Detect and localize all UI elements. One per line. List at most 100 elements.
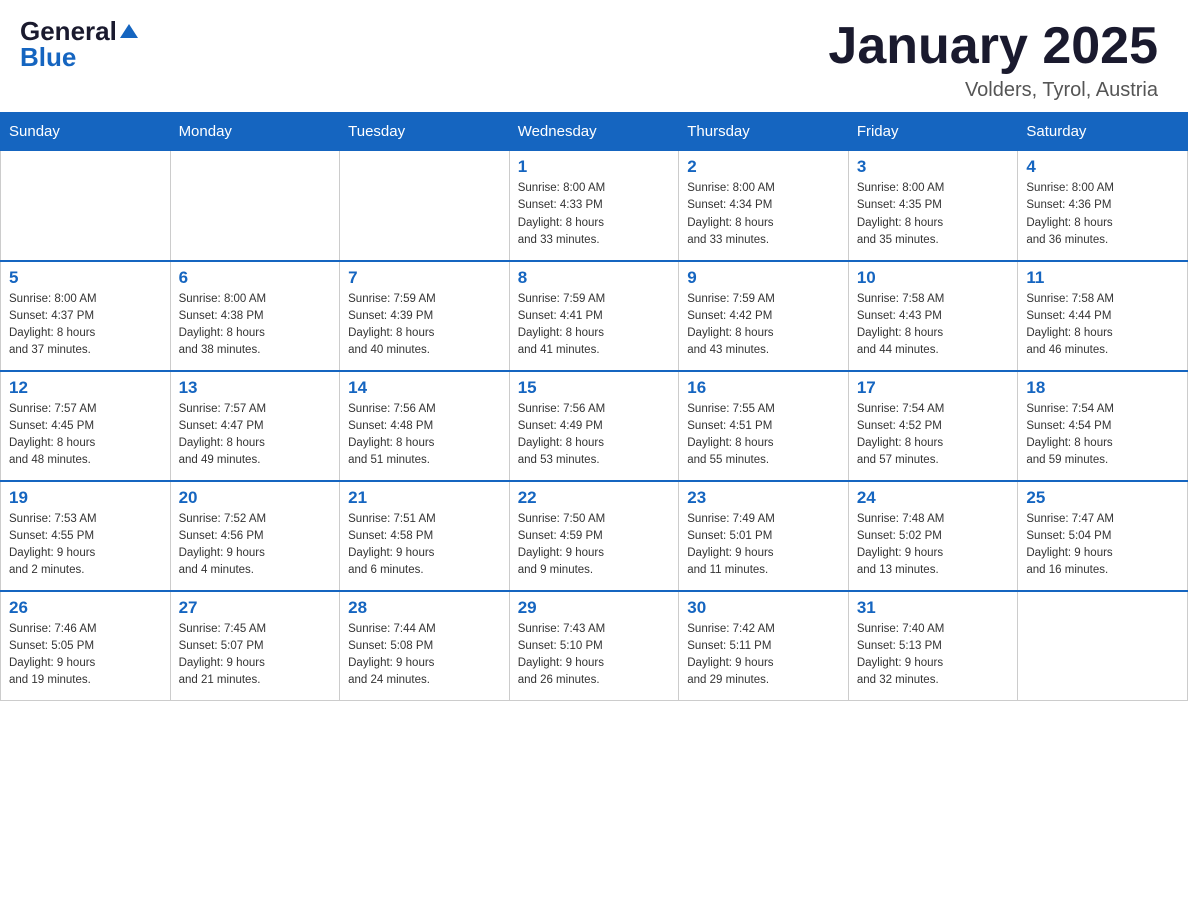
calendar-cell: 24Sunrise: 7:48 AMSunset: 5:02 PMDayligh… [848, 481, 1018, 591]
day-info: Sunrise: 7:51 AMSunset: 4:58 PMDaylight:… [348, 511, 501, 580]
calendar-cell: 15Sunrise: 7:56 AMSunset: 4:49 PMDayligh… [509, 371, 679, 481]
day-info: Sunrise: 7:58 AMSunset: 4:44 PMDaylight:… [1026, 291, 1179, 360]
calendar-cell [1, 151, 171, 261]
day-number: 27 [179, 598, 332, 618]
day-number: 16 [687, 378, 840, 398]
day-number: 25 [1026, 488, 1179, 508]
calendar-cell: 12 Sunrise: 7:57 AMSunset: 4:45 PMDayligh… [1, 371, 171, 481]
day-info: Sunrise: 7:52 AMSunset: 4:56 PMDaylight:… [179, 511, 332, 580]
calendar-week-row: 12 Sunrise: 7:57 AMSunset: 4:45 PMDayligh… [1, 371, 1188, 481]
calendar-cell: 20 Sunrise: 7:52 AMSunset: 4:56 PMDayligh… [170, 481, 340, 591]
calendar-cell: 17 Sunrise: 7:54 AMSunset: 4:52 PMDayligh… [848, 371, 1018, 481]
location: Volders, Tyrol, Austria [828, 79, 1158, 102]
calendar-cell: 23 Sunrise: 7:49 AMSunset: 5:01 PMDayligh… [679, 481, 849, 591]
calendar-cell: 22Sunrise: 7:50 AMSunset: 4:59 PMDayligh… [509, 481, 679, 591]
calendar-cell: 8 Sunrise: 7:59 AMSunset: 4:41 PMDaylight… [509, 261, 679, 371]
day-of-week-header: Wednesday [509, 113, 679, 151]
calendar-cell: 19 Sunrise: 7:53 AMSunset: 4:55 PMDayligh… [1, 481, 171, 591]
calendar-cell [1018, 591, 1188, 701]
calendar-cell [170, 151, 340, 261]
calendar-cell: 18Sunrise: 7:54 AMSunset: 4:54 PMDayligh… [1018, 371, 1188, 481]
day-info: Sunrise: 7:47 AMSunset: 5:04 PMDaylight:… [1026, 511, 1179, 580]
day-of-week-header: Sunday [1, 113, 171, 151]
day-number: 5 [9, 268, 162, 288]
calendar-week-row: 26 Sunrise: 7:46 AMSunset: 5:05 PMDayligh… [1, 591, 1188, 701]
calendar-cell: 7 Sunrise: 7:59 AMSunset: 4:39 PMDaylight… [340, 261, 510, 371]
day-number: 21 [348, 488, 501, 508]
calendar-cell: 13Sunrise: 7:57 AMSunset: 4:47 PMDayligh… [170, 371, 340, 481]
day-number: 17 [857, 378, 1010, 398]
calendar-cell: 27 Sunrise: 7:45 AMSunset: 5:07 PMDayligh… [170, 591, 340, 701]
calendar: SundayMondayTuesdayWednesdayThursdayFrid… [0, 112, 1188, 701]
day-of-week-header: Tuesday [340, 113, 510, 151]
day-number: 9 [687, 268, 840, 288]
day-info: Sunrise: 7:48 AMSunset: 5:02 PMDaylight:… [857, 511, 1010, 580]
day-info: Sunrise: 7:43 AMSunset: 5:10 PMDaylight:… [518, 621, 671, 690]
calendar-cell: 26 Sunrise: 7:46 AMSunset: 5:05 PMDayligh… [1, 591, 171, 701]
calendar-header-row: SundayMondayTuesdayWednesdayThursdayFrid… [1, 113, 1188, 151]
calendar-cell: 16 Sunrise: 7:55 AMSunset: 4:51 PMDayligh… [679, 371, 849, 481]
calendar-cell: 14 Sunrise: 7:56 AMSunset: 4:48 PMDayligh… [340, 371, 510, 481]
day-info: Sunrise: 8:00 AMSunset: 4:37 PMDaylight:… [9, 291, 162, 360]
calendar-cell: 29 Sunrise: 7:43 AMSunset: 5:10 PMDayligh… [509, 591, 679, 701]
day-number: 19 [9, 488, 162, 508]
day-info: Sunrise: 7:59 AMSunset: 4:41 PMDaylight:… [518, 291, 671, 360]
calendar-cell: 3 Sunrise: 8:00 AMSunset: 4:35 PMDaylight… [848, 151, 1018, 261]
header: General Blue January 2025 Volders, Tyrol… [0, 0, 1188, 112]
calendar-cell: 2Sunrise: 8:00 AMSunset: 4:34 PMDaylight… [679, 151, 849, 261]
day-info: Sunrise: 7:53 AMSunset: 4:55 PMDaylight:… [9, 511, 162, 580]
day-of-week-header: Friday [848, 113, 1018, 151]
day-of-week-header: Monday [170, 113, 340, 151]
day-info: Sunrise: 8:00 AMSunset: 4:35 PMDaylight:… [857, 180, 1010, 249]
calendar-cell: 11 Sunrise: 7:58 AMSunset: 4:44 PMDayligh… [1018, 261, 1188, 371]
day-number: 23 [687, 488, 840, 508]
day-info: Sunrise: 7:44 AMSunset: 5:08 PMDaylight:… [348, 621, 501, 690]
day-number: 28 [348, 598, 501, 618]
day-number: 15 [518, 378, 671, 398]
calendar-cell: 10Sunrise: 7:58 AMSunset: 4:43 PMDayligh… [848, 261, 1018, 371]
day-info: Sunrise: 8:00 AMSunset: 4:34 PMDaylight:… [687, 180, 840, 249]
day-info: Sunrise: 7:59 AMSunset: 4:39 PMDaylight:… [348, 291, 501, 360]
day-number: 6 [179, 268, 332, 288]
calendar-cell: 21 Sunrise: 7:51 AMSunset: 4:58 PMDayligh… [340, 481, 510, 591]
day-info: Sunrise: 7:40 AMSunset: 5:13 PMDaylight:… [857, 621, 1010, 690]
day-number: 3 [857, 157, 1010, 177]
day-number: 11 [1026, 268, 1179, 288]
calendar-cell: 25 Sunrise: 7:47 AMSunset: 5:04 PMDayligh… [1018, 481, 1188, 591]
calendar-cell: 6 Sunrise: 8:00 AMSunset: 4:38 PMDaylight… [170, 261, 340, 371]
day-number: 13 [179, 378, 332, 398]
day-info: Sunrise: 7:50 AMSunset: 4:59 PMDaylight:… [518, 511, 671, 580]
day-number: 14 [348, 378, 501, 398]
day-info: Sunrise: 8:00 AMSunset: 4:38 PMDaylight:… [179, 291, 332, 360]
day-info: Sunrise: 7:55 AMSunset: 4:51 PMDaylight:… [687, 401, 840, 470]
calendar-cell: 30Sunrise: 7:42 AMSunset: 5:11 PMDayligh… [679, 591, 849, 701]
day-info: Sunrise: 7:42 AMSunset: 5:11 PMDaylight:… [687, 621, 840, 690]
day-number: 8 [518, 268, 671, 288]
day-info: Sunrise: 8:00 AMSunset: 4:33 PMDaylight:… [518, 180, 671, 249]
day-number: 12 [9, 378, 162, 398]
day-number: 20 [179, 488, 332, 508]
day-info: Sunrise: 7:57 AMSunset: 4:45 PMDaylight:… [9, 401, 162, 470]
calendar-week-row: 1 Sunrise: 8:00 AMSunset: 4:33 PMDaylight… [1, 151, 1188, 261]
day-number: 18 [1026, 378, 1179, 398]
day-number: 31 [857, 598, 1010, 618]
day-info: Sunrise: 7:45 AMSunset: 5:07 PMDaylight:… [179, 621, 332, 690]
logo-blue: Blue [20, 44, 76, 70]
calendar-cell: 5 Sunrise: 8:00 AMSunset: 4:37 PMDaylight… [1, 261, 171, 371]
day-number: 1 [518, 157, 671, 177]
day-number: 26 [9, 598, 162, 618]
day-info: Sunrise: 7:56 AMSunset: 4:48 PMDaylight:… [348, 401, 501, 470]
day-number: 7 [348, 268, 501, 288]
calendar-cell: 31 Sunrise: 7:40 AMSunset: 5:13 PMDayligh… [848, 591, 1018, 701]
calendar-cell [340, 151, 510, 261]
day-info: Sunrise: 7:49 AMSunset: 5:01 PMDaylight:… [687, 511, 840, 580]
day-info: Sunrise: 7:58 AMSunset: 4:43 PMDaylight:… [857, 291, 1010, 360]
calendar-week-row: 5 Sunrise: 8:00 AMSunset: 4:37 PMDaylight… [1, 261, 1188, 371]
calendar-cell: 4Sunrise: 8:00 AMSunset: 4:36 PMDaylight… [1018, 151, 1188, 261]
day-info: Sunrise: 7:54 AMSunset: 4:52 PMDaylight:… [857, 401, 1010, 470]
day-of-week-header: Thursday [679, 113, 849, 151]
day-info: Sunrise: 7:46 AMSunset: 5:05 PMDaylight:… [9, 621, 162, 690]
day-number: 29 [518, 598, 671, 618]
day-info: Sunrise: 8:00 AMSunset: 4:36 PMDaylight:… [1026, 180, 1179, 249]
day-of-week-header: Saturday [1018, 113, 1188, 151]
